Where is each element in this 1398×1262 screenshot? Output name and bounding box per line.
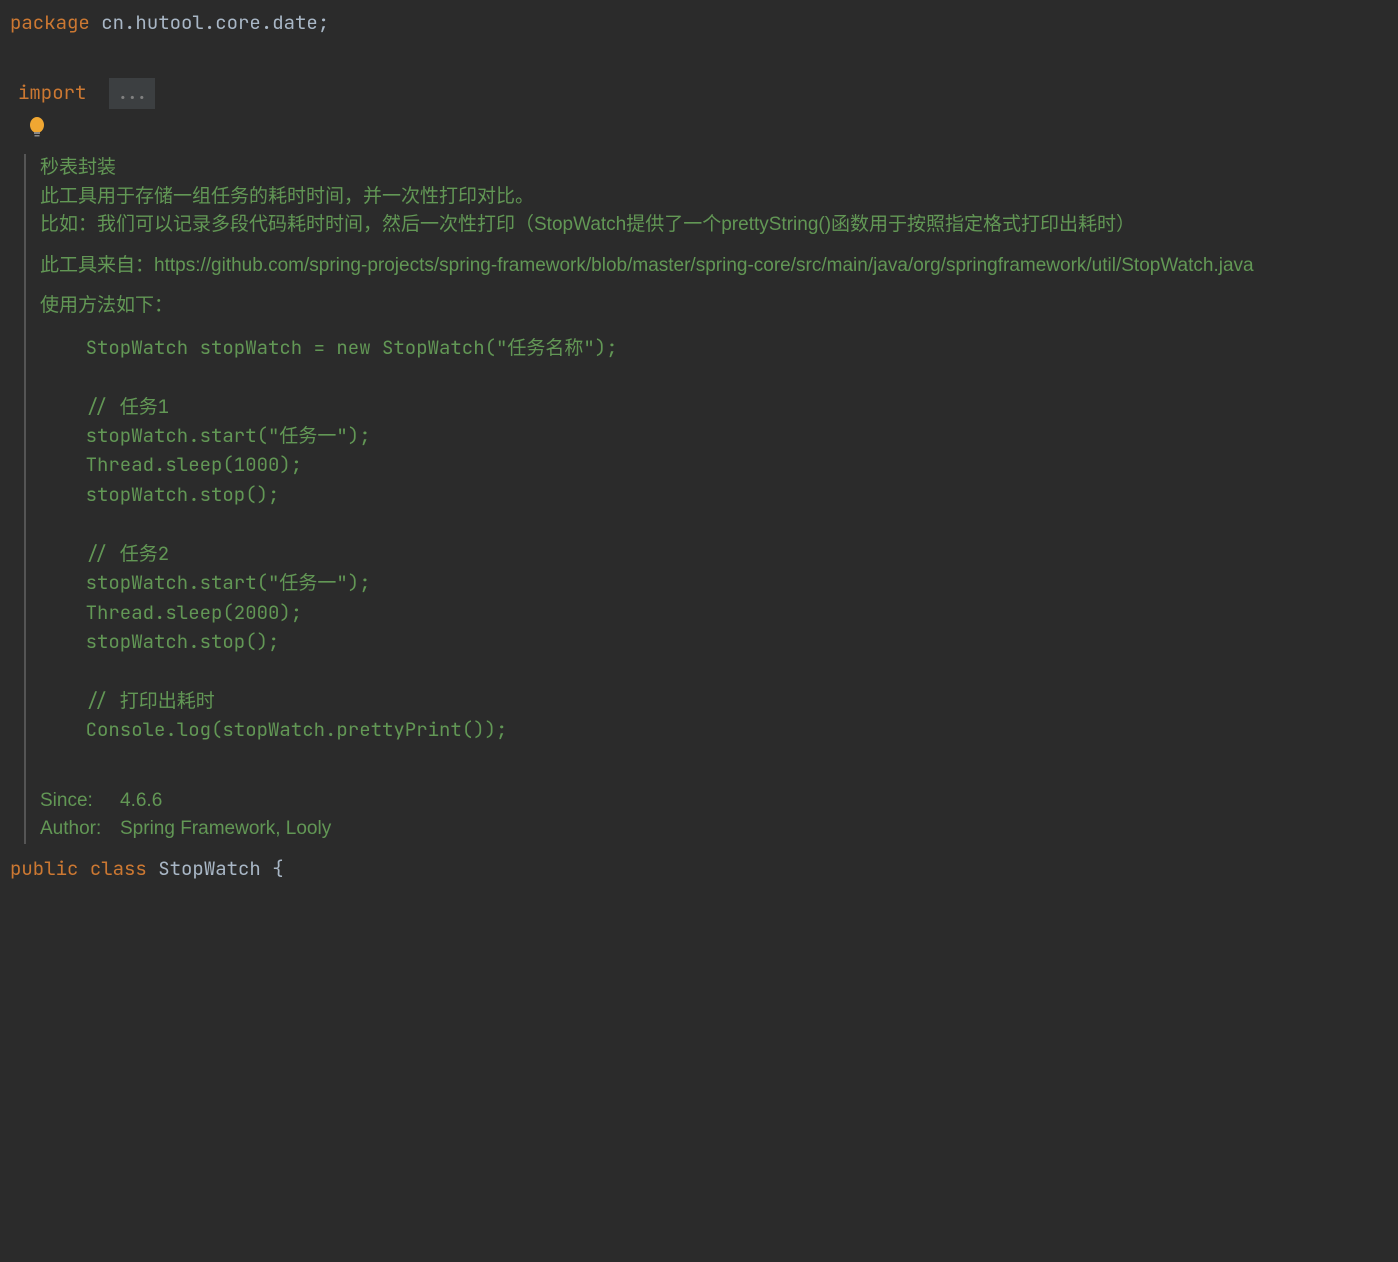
import-keyword: import (18, 80, 86, 105)
javadoc-since: Since:4.6.6 (40, 787, 1388, 816)
open-brace: { (272, 856, 283, 881)
import-fold-region[interactable]: ... (109, 78, 155, 108)
class-keyword: class (90, 856, 158, 881)
javadoc-desc1: 此工具用于存储一组任务的耗时时间，并一次性打印对比。 (40, 183, 1388, 212)
author-label: Author: (40, 815, 120, 844)
package-name: cn.hutool.core.date (90, 10, 318, 35)
public-keyword: public (10, 856, 90, 881)
javadoc-desc2: 比如：我们可以记录多段代码耗时时间，然后一次性打印（StopWatch提供了一个… (40, 211, 1388, 240)
intention-bulb-icon[interactable] (28, 117, 46, 148)
package-declaration[interactable]: package cn.hutool.core.date; (10, 8, 1388, 38)
semicolon: ; (318, 10, 329, 35)
javadoc-usage-label: 使用方法如下： (40, 292, 1388, 321)
since-value: 4.6.6 (120, 790, 162, 811)
javadoc-code-example: StopWatch stopWatch = new StopWatch("任务名… (40, 333, 1388, 745)
javadoc-author: Author:Spring Framework, Looly (40, 815, 1388, 844)
import-line[interactable]: import ... (10, 78, 1388, 108)
javadoc-title: 秒表封装 (40, 154, 1388, 183)
javadoc-rendered[interactable]: 秒表封装 此工具用于存储一组任务的耗时时间，并一次性打印对比。 比如：我们可以记… (24, 154, 1388, 844)
package-keyword: package (10, 10, 90, 35)
class-name: StopWatch (158, 856, 272, 881)
javadoc-source: 此工具来自：https://github.com/spring-projects… (40, 252, 1388, 281)
class-declaration[interactable]: public class StopWatch { (10, 854, 1388, 884)
author-value: Spring Framework, Looly (120, 818, 331, 839)
since-label: Since: (40, 787, 120, 816)
